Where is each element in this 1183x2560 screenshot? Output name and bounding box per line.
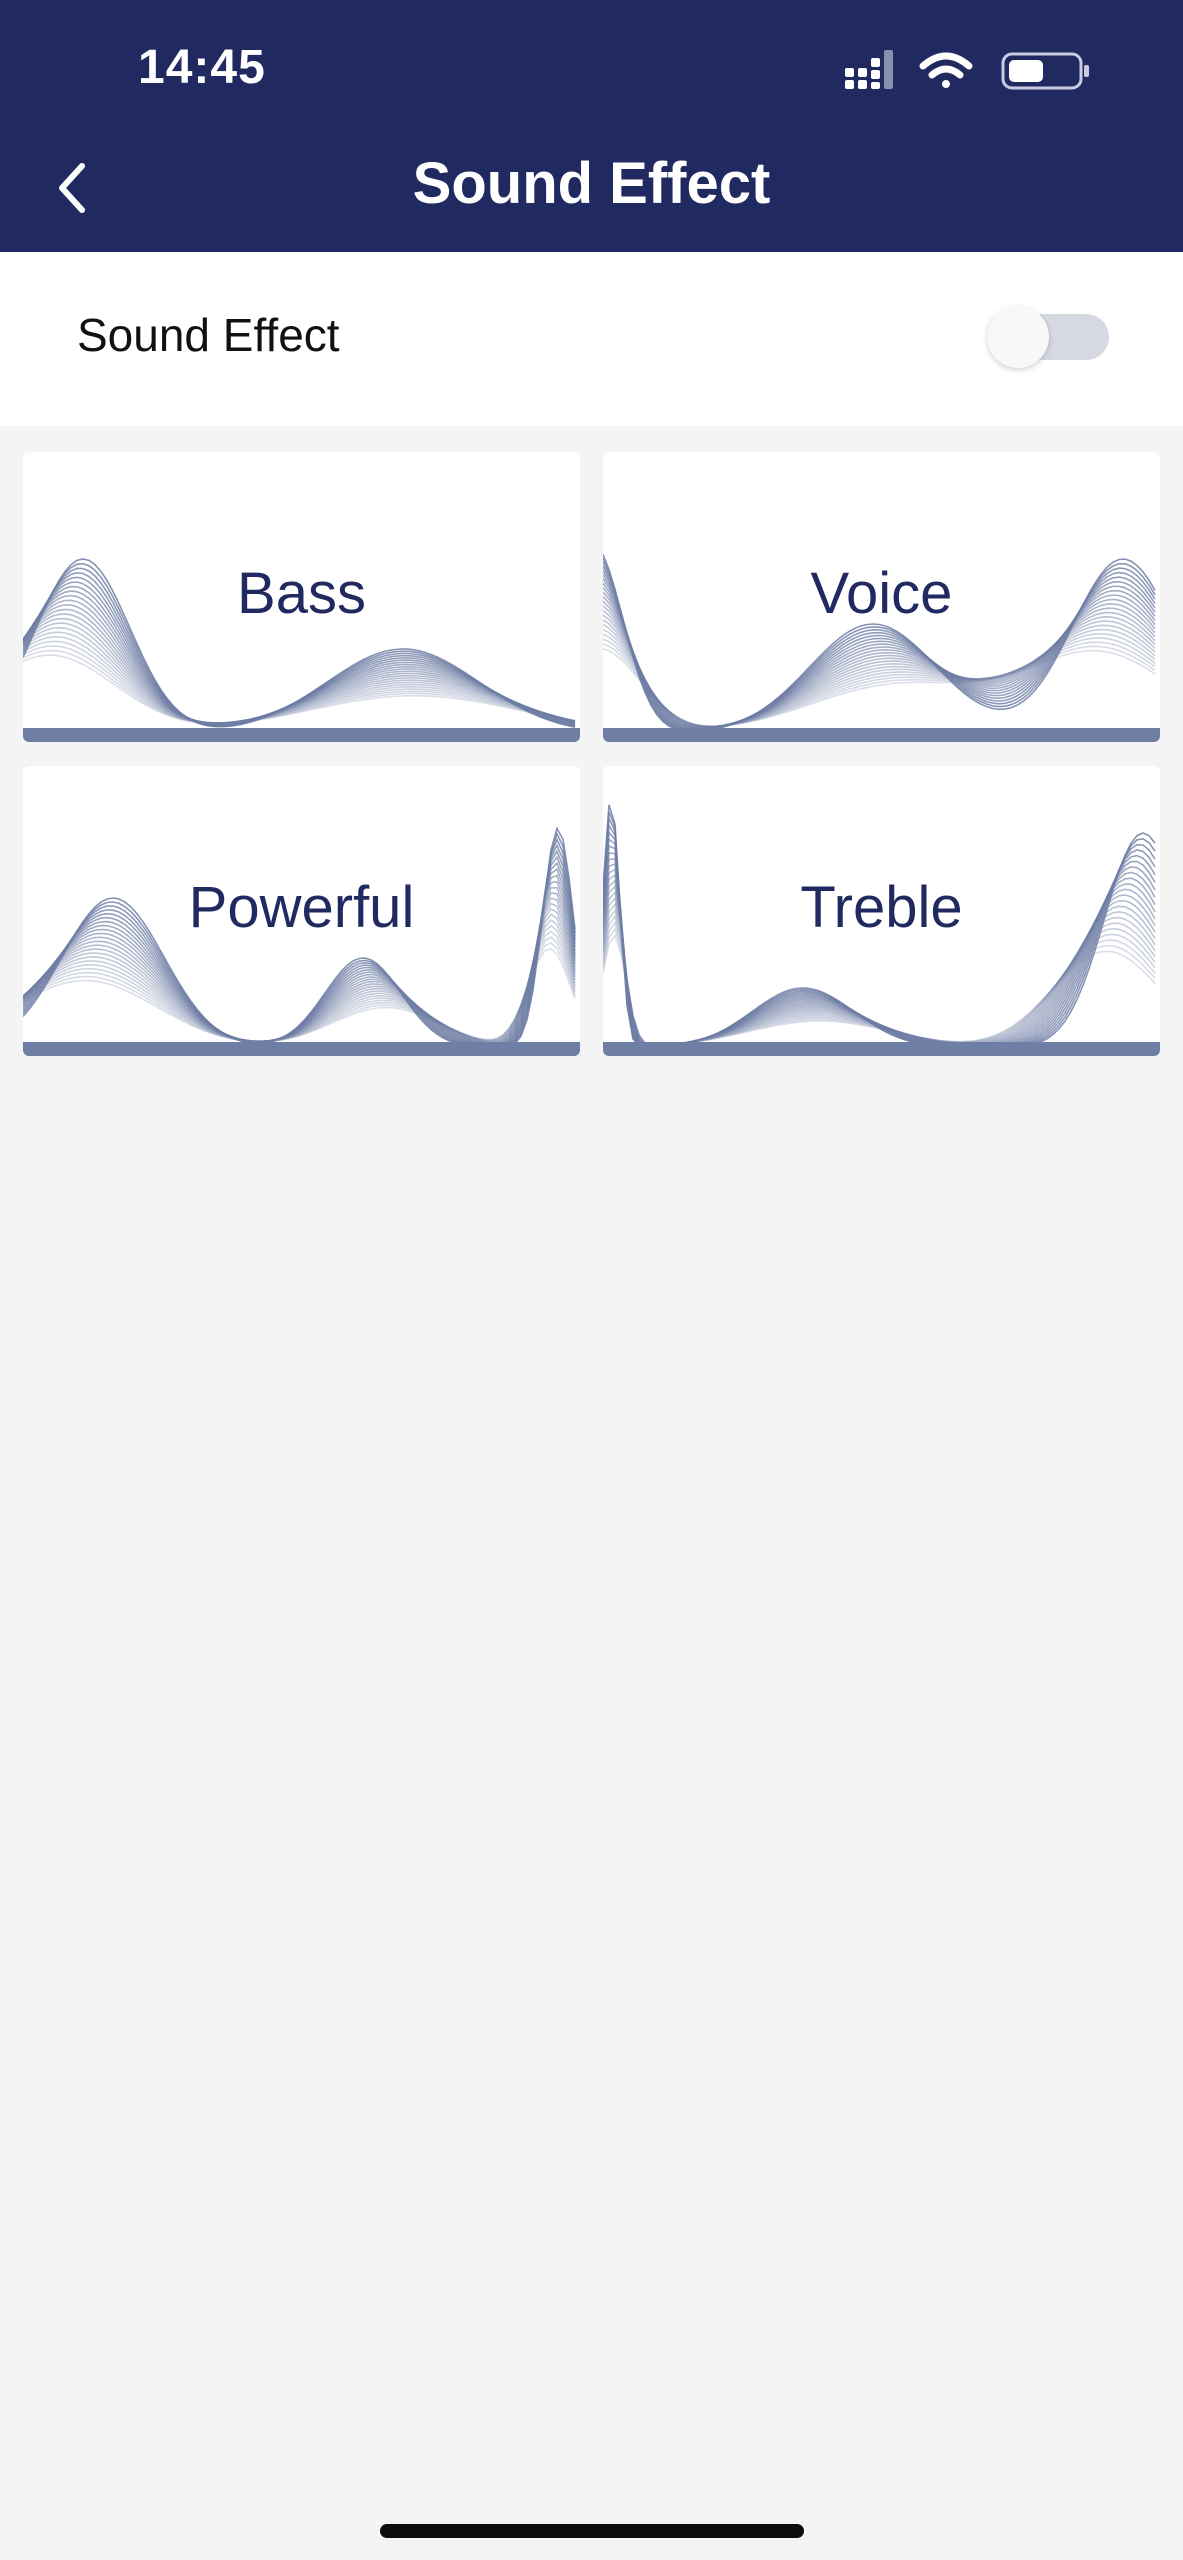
effect-label: Powerful: [188, 875, 415, 940]
effect-label: Bass: [237, 561, 366, 626]
page-title: Sound Effect: [412, 151, 771, 216]
wave-base: [23, 728, 580, 742]
effect-label: Treble: [800, 875, 963, 940]
top-bar: 14:45 Sound Effect: [0, 0, 1183, 252]
wave-base: [603, 728, 1160, 742]
effect-card-powerful[interactable]: Powerful: [23, 766, 580, 1056]
effect-card-bass[interactable]: Bass: [23, 452, 580, 742]
signal-icon: [845, 50, 893, 89]
sound-effect-row: Sound Effect: [0, 252, 1183, 426]
effect-card-treble[interactable]: Treble: [603, 766, 1160, 1056]
wave-line: [23, 837, 576, 1049]
battery-icon: [1001, 52, 1089, 90]
effect-label: Voice: [810, 561, 953, 626]
toggle-knob: [987, 306, 1049, 368]
status-time: 14:45: [138, 41, 266, 94]
wave-base: [603, 1042, 1160, 1056]
wifi-icon: [919, 52, 973, 88]
effect-card-voice[interactable]: Voice: [603, 452, 1160, 742]
wave-line: [603, 837, 1156, 1049]
wave-line: [603, 648, 1156, 728]
home-indicator: [380, 2524, 804, 2538]
sound-effect-label: Sound Effect: [77, 309, 340, 361]
status-icons: [845, 50, 1089, 90]
wave-base: [23, 1042, 580, 1056]
wave-line: [23, 654, 576, 725]
sound-effect-toggle[interactable]: [987, 306, 1109, 368]
